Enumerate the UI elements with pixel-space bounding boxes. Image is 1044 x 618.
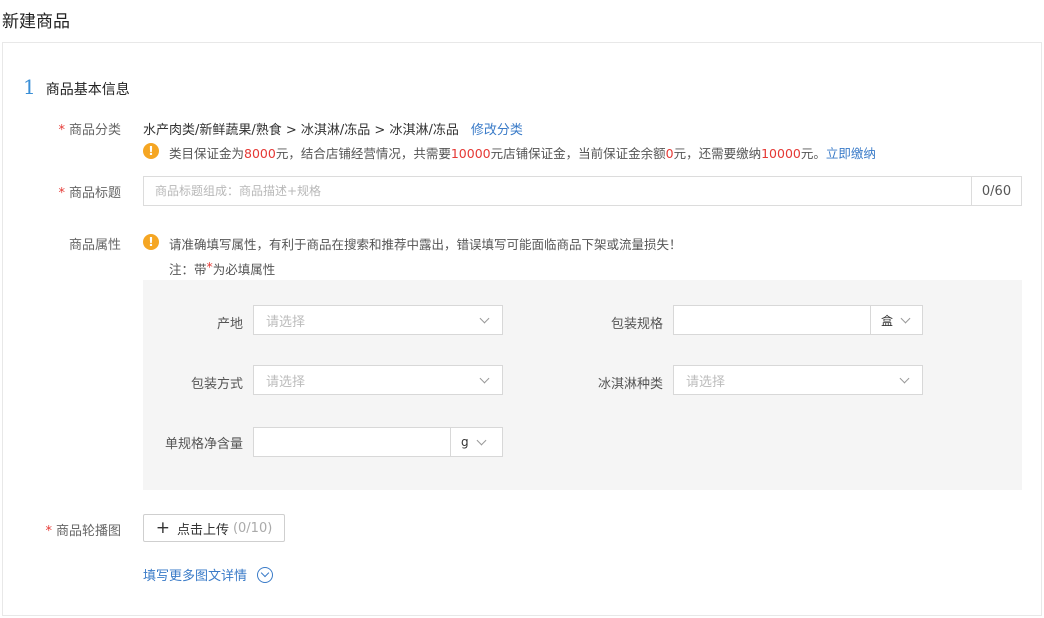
package-spec-field: 盒 xyxy=(673,305,923,335)
required-amount: 10000 xyxy=(450,146,491,161)
net-content-unit-select[interactable]: g xyxy=(450,428,502,456)
warning-icon: ! xyxy=(143,234,159,250)
category-path: 水产肉类/新鲜蔬果/熟食 > 冰淇淋/冻品 > 冰淇淋/冻品 xyxy=(143,123,459,138)
due-amount: 10000 xyxy=(761,146,801,161)
package-spec-unit-select[interactable]: 盒 xyxy=(870,306,922,334)
more-details-link[interactable]: 填写更多图文详情 xyxy=(143,565,274,584)
title-char-counter: 0/60 xyxy=(971,177,1021,205)
required-marker: * xyxy=(58,186,65,201)
note-suffix: 为必填属性 xyxy=(212,262,276,277)
notice-text: 元，结合店铺经营情况，共需要 xyxy=(275,146,451,161)
attributes-label: 商品属性 xyxy=(68,238,121,253)
attributes-panel: 产地 请选择 包装规格 盒 包装方式 请选择 冰淇淋种类 请选择 单规格净含量 xyxy=(143,280,1022,490)
net-content-unit: g xyxy=(461,435,469,449)
chevron-down-icon xyxy=(480,375,490,385)
deposit-notice-text: 类目保证金为8000元，结合店铺经营情况，共需要10000元店铺保证金，当前保证… xyxy=(169,143,876,162)
balance-amount: 0 xyxy=(665,146,674,161)
package-method-select[interactable]: 请选择 xyxy=(253,365,503,395)
package-spec-input[interactable] xyxy=(674,306,870,334)
chevron-down-icon xyxy=(900,375,910,385)
section-header: 1 商品基本信息 xyxy=(23,75,130,99)
warning-icon: ! xyxy=(143,143,159,159)
upload-label: 点击上传 xyxy=(176,522,229,538)
icecream-type-select[interactable]: 请选择 xyxy=(673,365,923,395)
category-line: 水产肉类/新鲜蔬果/熟食 > 冰淇淋/冻品 > 冰淇淋/冻品 修改分类 xyxy=(143,119,523,138)
notice-text: 元店铺保证金，当前保证金余额 xyxy=(490,146,666,161)
chevron-down-icon xyxy=(480,315,490,325)
chevron-down-circle-icon xyxy=(257,566,274,583)
package-spec-label: 包装规格 xyxy=(610,317,663,332)
more-details-label: 填写更多图文详情 xyxy=(143,569,248,584)
deposit-notice: ! 类目保证金为8000元，结合店铺经营情况，共需要10000元店铺保证金，当前… xyxy=(143,143,876,162)
notice-text: 元。 xyxy=(800,146,826,161)
category-label-row: * 商品分类 xyxy=(3,119,121,138)
net-content-input[interactable] xyxy=(254,428,450,456)
package-method-label: 包装方式 xyxy=(190,377,243,392)
section-title: 商品基本信息 xyxy=(45,82,130,98)
required-marker: * xyxy=(45,524,52,539)
category-label: 商品分类 xyxy=(68,123,121,138)
title-label: 商品标题 xyxy=(68,186,121,201)
package-spec-unit: 盒 xyxy=(881,313,894,328)
title-label-row: * 商品标题 xyxy=(3,182,121,201)
upload-count: (0/10) xyxy=(232,520,273,536)
title-input[interactable] xyxy=(144,177,971,205)
upload-button[interactable]: + 点击上传 (0/10) xyxy=(143,514,285,542)
required-marker: * xyxy=(58,123,65,138)
package-method-placeholder: 请选择 xyxy=(266,374,306,390)
icecream-type-placeholder: 请选择 xyxy=(686,374,726,390)
section-number: 1 xyxy=(23,75,36,99)
net-content-field: g xyxy=(253,427,503,457)
page-title: 新建商品 xyxy=(2,12,70,32)
carousel-label: 商品轮播图 xyxy=(55,524,121,539)
chevron-down-icon xyxy=(477,437,487,447)
origin-label: 产地 xyxy=(216,317,243,332)
origin-placeholder: 请选择 xyxy=(266,314,306,330)
attributes-warning-text: 请准确填写属性，有利于商品在搜索和推荐中露出，错误填写可能面临商品下架或流量损失… xyxy=(169,237,682,252)
note-prefix: 注：带 xyxy=(169,262,207,277)
form-card: 1 商品基本信息 * 商品分类 水产肉类/新鲜蔬果/熟食 > 冰淇淋/冻品 > 冰… xyxy=(2,42,1042,616)
plus-icon: + xyxy=(155,517,170,538)
net-content-label: 单规格净含量 xyxy=(164,437,243,452)
deposit-amount: 8000 xyxy=(244,146,276,161)
notice-text: 元，还需要缴纳 xyxy=(673,146,762,161)
modify-category-link[interactable]: 修改分类 xyxy=(471,119,523,138)
chevron-down-icon xyxy=(901,315,911,325)
origin-select[interactable]: 请选择 xyxy=(253,305,503,335)
attributes-warning: ! 请准确填写属性，有利于商品在搜索和推荐中露出，错误填写可能面临商品下架或流量… xyxy=(143,234,682,253)
pay-now-link[interactable]: 立即缴纳 xyxy=(826,146,876,161)
notice-text: 类目保证金为 xyxy=(169,146,245,161)
title-field: 0/60 xyxy=(143,176,1022,206)
icecream-type-label: 冰淇淋种类 xyxy=(597,377,663,392)
required-note: 注：带 * 为必填属性 xyxy=(169,259,275,278)
carousel-label-row: * 商品轮播图 xyxy=(3,520,121,539)
